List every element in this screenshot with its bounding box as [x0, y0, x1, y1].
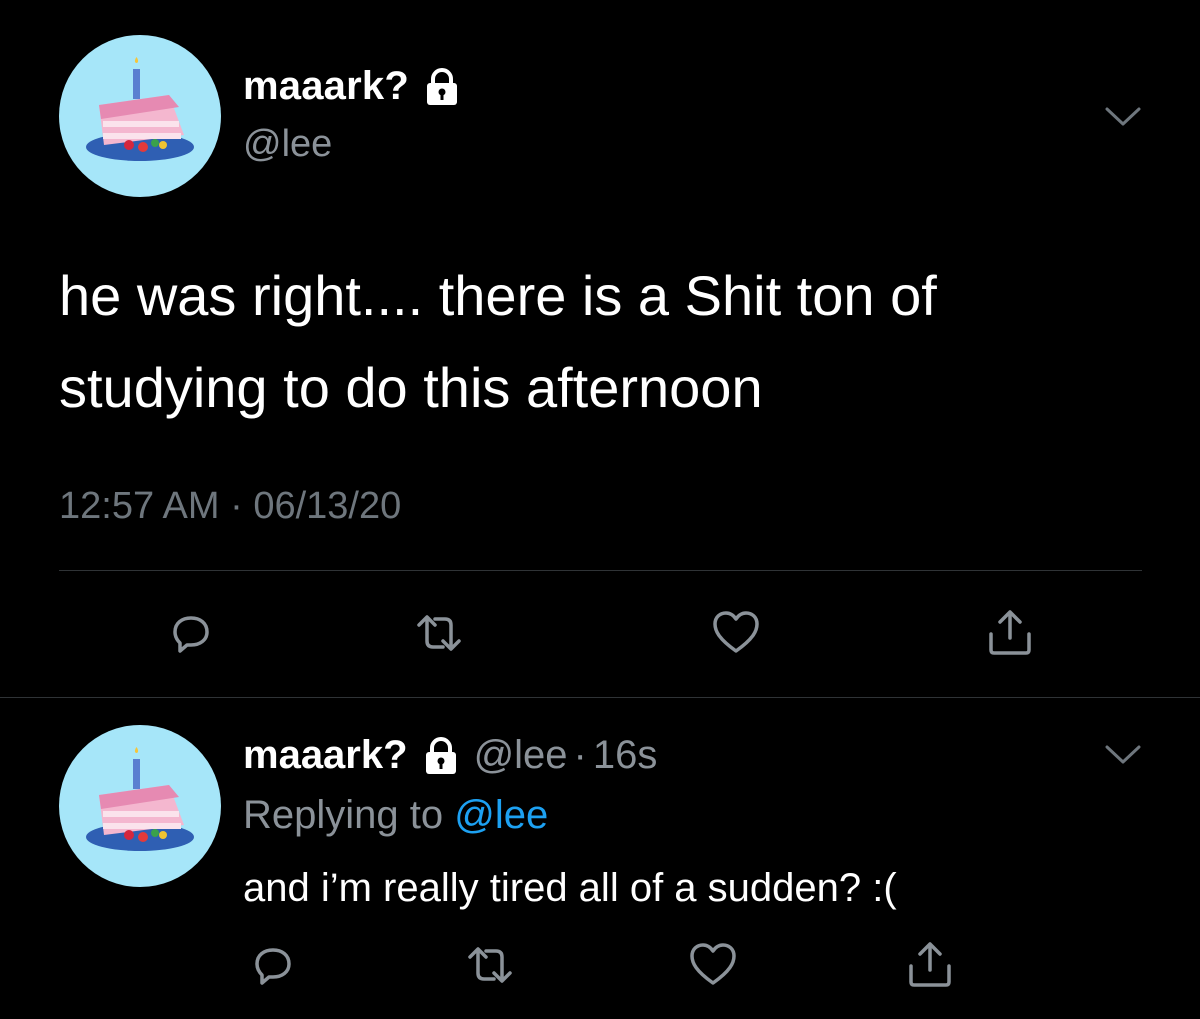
like-icon: [690, 943, 736, 985]
share-icon: [909, 942, 951, 987]
like-button[interactable]: [683, 935, 743, 995]
display-name-row[interactable]: maaark?: [243, 64, 461, 109]
reply-button[interactable]: [161, 603, 221, 663]
tweet-timestamp[interactable]: 12:57 AM · 06/13/20: [59, 485, 401, 528]
username-handle[interactable]: @lee: [243, 123, 332, 166]
share-button[interactable]: [980, 603, 1040, 663]
share-icon: [989, 610, 1031, 655]
retweet-button[interactable]: [409, 603, 469, 663]
lock-icon: [423, 67, 461, 107]
reply-button[interactable]: [243, 935, 303, 995]
retweet-icon: [468, 947, 512, 983]
display-name[interactable]: maaark?: [243, 64, 409, 109]
like-button[interactable]: [706, 603, 766, 663]
share-button[interactable]: [900, 935, 960, 995]
avatar[interactable]: [59, 725, 221, 887]
divider: [59, 570, 1142, 571]
tweet-text: he was right.... there is a Shit ton of …: [59, 264, 937, 419]
tweet-text: and i’m really tired all of a sudden? :(: [243, 866, 897, 910]
reply-header: maaark? @lee · 16s: [243, 733, 657, 778]
like-icon: [713, 611, 759, 653]
avatar[interactable]: [59, 35, 221, 197]
divider: [0, 697, 1200, 698]
cake-slice-avatar-icon: [86, 747, 194, 851]
retweet-button[interactable]: [460, 935, 520, 995]
separator-dot: ·: [573, 733, 587, 777]
reply-icon: [173, 616, 209, 653]
reply-icon: [255, 948, 291, 985]
username-handle[interactable]: @lee: [474, 733, 568, 778]
replying-to: Replying to @lee: [243, 793, 548, 838]
tweet-time[interactable]: 16s: [593, 733, 658, 778]
display-name[interactable]: maaark?: [243, 733, 408, 778]
lock-icon: [422, 736, 460, 776]
replying-prefix: Replying to: [243, 793, 444, 837]
chevron-down-icon[interactable]: [1103, 742, 1143, 768]
mention-link[interactable]: @lee: [454, 793, 548, 837]
cake-slice-avatar-icon: [86, 57, 194, 161]
chevron-down-icon[interactable]: [1103, 104, 1143, 130]
retweet-icon: [417, 615, 461, 651]
